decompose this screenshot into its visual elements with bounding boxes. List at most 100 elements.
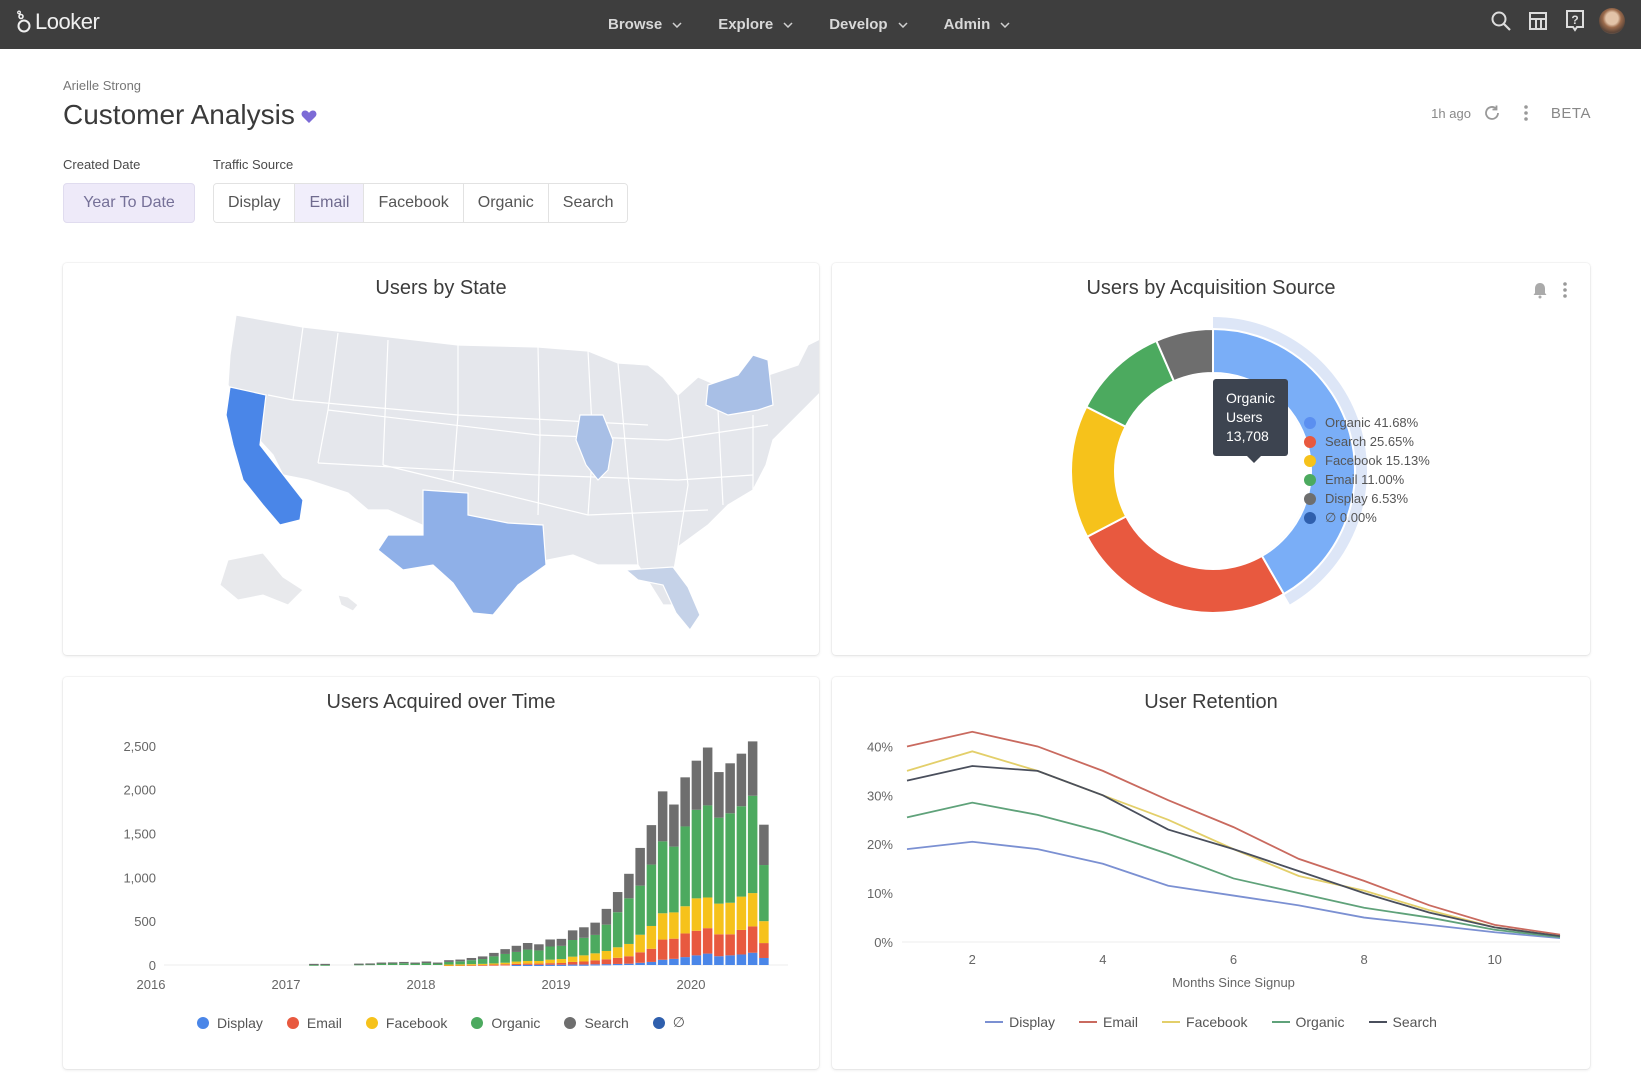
search-icon[interactable]: [1488, 8, 1514, 34]
favorite-heart-icon[interactable]: [301, 109, 317, 124]
legend-label: Search 25.65%: [1325, 434, 1414, 449]
legend-item[interactable]: Display: [985, 1014, 1055, 1030]
chevron-down-icon: [1000, 21, 1010, 28]
bar-chart-legend: Display Email Facebook Organic Search ∅: [63, 1014, 819, 1031]
legend-item[interactable]: Organic 41.68%: [1304, 413, 1430, 432]
legend-item[interactable]: Email: [286, 1014, 342, 1031]
looker-logo[interactable]: Looker: [16, 9, 100, 35]
bar-segment-facebook: [556, 959, 567, 963]
bar-stack[interactable]: [365, 963, 375, 966]
bar-stack[interactable]: [489, 952, 499, 966]
bar-stack[interactable]: [702, 747, 713, 965]
bar-stack[interactable]: [725, 763, 735, 965]
nav-explore[interactable]: Explore: [718, 16, 793, 33]
line-chart[interactable]: 0% 10% 20% 30% 40% 2 4 6 8 10 Months Since Signup: [832, 677, 1590, 1017]
bar-stack[interactable]: [680, 777, 690, 965]
bar-stack[interactable]: [511, 945, 522, 967]
legend-item[interactable]: Facebook: [1162, 1014, 1248, 1030]
bar-stack[interactable]: [657, 791, 668, 965]
tile-user-retention: User Retention 0% 10% 20% 30% 40% 2 4 6 8 10 Month…: [832, 677, 1590, 1069]
line-series-facebook[interactable]: [906, 750, 1561, 938]
bar-stack[interactable]: [534, 944, 544, 967]
bar-stack[interactable]: [669, 804, 679, 965]
user-avatar[interactable]: [1599, 8, 1625, 34]
line-series-organic[interactable]: [906, 801, 1561, 939]
legend-item[interactable]: Search: [564, 1014, 629, 1031]
bar-stack[interactable]: [399, 961, 409, 965]
bar-stack[interactable]: [309, 963, 319, 966]
traffic-source-option-facebook[interactable]: Facebook: [364, 184, 464, 222]
bar-stack[interactable]: [477, 956, 488, 966]
legend-item[interactable]: Organic: [1271, 1014, 1345, 1030]
bar-segment-organic: [477, 959, 488, 964]
bar-segment-search: [714, 772, 724, 818]
legend-item[interactable]: ∅: [652, 1014, 685, 1031]
bar-stack[interactable]: [320, 963, 330, 966]
bar-stack[interactable]: [624, 873, 634, 965]
stacked-bar-chart[interactable]: 0 500 1,000 1,500 2,000 2,500 2016 2017 2018 2019…: [63, 677, 819, 1017]
bar-segment-search: [736, 753, 747, 807]
map-state-new-york[interactable]: [705, 354, 774, 416]
bar-stack[interactable]: [556, 938, 567, 966]
traffic-source-option-search[interactable]: Search: [548, 184, 628, 222]
line-series-email[interactable]: [906, 730, 1561, 936]
help-icon[interactable]: ?: [1562, 8, 1588, 34]
us-map[interactable]: [63, 263, 819, 655]
bar-stack[interactable]: [545, 939, 555, 966]
bar-stack[interactable]: [736, 753, 747, 965]
legend-item[interactable]: Search 25.65%: [1304, 432, 1430, 451]
bar-stack[interactable]: [421, 961, 432, 965]
legend-item[interactable]: ∅ 0.00%: [1304, 508, 1430, 527]
bar-stack[interactable]: [410, 962, 420, 965]
map-state-hawaii[interactable]: [337, 594, 359, 612]
legend-item[interactable]: Display: [197, 1014, 263, 1031]
bar-stack[interactable]: [387, 962, 398, 965]
nav-develop[interactable]: Develop: [829, 16, 908, 33]
legend-item[interactable]: Email 11.00%: [1304, 470, 1430, 489]
line-series-search[interactable]: [906, 765, 1561, 938]
legend-line: [1079, 1021, 1097, 1023]
bar-segment-email: [657, 939, 668, 960]
bar-stack[interactable]: [466, 957, 477, 966]
bar-stack[interactable]: [579, 927, 589, 966]
legend-item[interactable]: Display 6.53%: [1304, 489, 1430, 508]
created-date-filter[interactable]: Year To Date: [63, 183, 195, 223]
bar-stack[interactable]: [455, 959, 465, 966]
bar-stack[interactable]: [567, 930, 578, 966]
bar-stack[interactable]: [590, 922, 600, 966]
bar-stack[interactable]: [691, 760, 702, 965]
legend-item[interactable]: Facebook: [365, 1014, 447, 1031]
traffic-source-option-email[interactable]: Email: [295, 184, 365, 222]
nav-admin[interactable]: Admin: [944, 16, 1011, 33]
map-state-alaska[interactable]: [219, 552, 304, 606]
donut-chart[interactable]: [832, 263, 1590, 655]
legend-item[interactable]: Organic: [471, 1014, 540, 1031]
traffic-source-option-display[interactable]: Display: [214, 184, 296, 222]
bar-stack[interactable]: [432, 962, 443, 965]
nav-browse[interactable]: Browse: [608, 16, 682, 33]
bar-stack[interactable]: [714, 772, 724, 965]
bar-stack[interactable]: [646, 825, 657, 965]
created-date-label: Created Date: [63, 157, 141, 172]
bar-stack[interactable]: [376, 962, 387, 965]
x-tick-label: 2017: [272, 977, 301, 992]
bar-stack[interactable]: [635, 847, 645, 965]
bar-stack[interactable]: [500, 949, 510, 966]
bar-stack[interactable]: [612, 892, 623, 966]
bar-segment-search: [579, 927, 589, 938]
legend-item[interactable]: Email: [1079, 1014, 1138, 1030]
bar-stack[interactable]: [444, 960, 454, 967]
marketplace-icon[interactable]: [1525, 8, 1551, 34]
bar-segment-organic: [691, 809, 702, 899]
bar-segment-display: [511, 964, 522, 967]
bar-stack[interactable]: [747, 741, 758, 965]
legend-item[interactable]: Search: [1368, 1014, 1437, 1030]
bar-stack[interactable]: [354, 963, 364, 966]
legend-item[interactable]: Facebook 15.13%: [1304, 451, 1430, 470]
bar-stack[interactable]: [759, 824, 769, 965]
bar-stack[interactable]: [601, 908, 612, 966]
refresh-icon[interactable]: [1483, 104, 1501, 122]
more-options-icon[interactable]: [1523, 104, 1529, 122]
traffic-source-option-organic[interactable]: Organic: [463, 184, 549, 222]
bar-stack[interactable]: [522, 942, 533, 967]
